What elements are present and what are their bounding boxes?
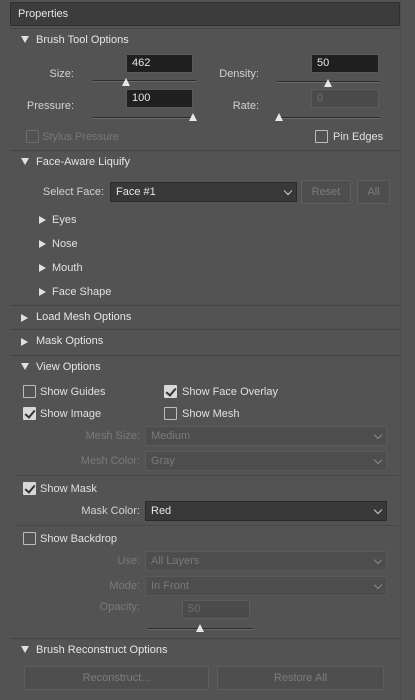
stylus-pressure-label: Stylus Pressure (42, 131, 120, 143)
chevron-down-icon (373, 455, 383, 465)
collapse-triangle-icon (21, 36, 29, 43)
face-item-label: Nose (52, 238, 78, 250)
show-face-overlay-label: Show Face Overlay (182, 386, 278, 398)
mask-color-value: Red (151, 505, 172, 517)
section-title: Mask Options (36, 335, 104, 347)
face-item-mouth[interactable]: Mouth (39, 262, 83, 274)
density-input[interactable]: 50 (311, 54, 379, 73)
reconstruct-button[interactable]: Reconstruct... (24, 666, 209, 690)
show-guides-label: Show Guides (40, 386, 106, 398)
mesh-size-label: Mesh Size: (85, 430, 140, 442)
show-image-checkbox[interactable] (23, 407, 36, 420)
face-item-eyes[interactable]: Eyes (39, 214, 77, 226)
section-title: Brush Tool Options (36, 34, 129, 46)
mesh-color-label: Mesh Color: (80, 455, 140, 467)
face-item-label: Eyes (52, 214, 77, 226)
select-face-dropdown[interactable]: Face #1 (110, 182, 297, 202)
all-button[interactable]: All (357, 180, 390, 204)
opacity-slider-thumb[interactable] (196, 624, 204, 632)
mask-color-dropdown[interactable]: Red (145, 501, 387, 521)
mask-color-label: Mask Color: (81, 505, 140, 517)
expand-triangle-icon (39, 216, 46, 224)
pressure-slider-thumb[interactable] (189, 113, 197, 121)
mesh-color-dropdown[interactable]: Gray (145, 451, 387, 471)
select-face-label: Select Face: (42, 186, 104, 198)
size-slider-track[interactable] (93, 80, 196, 82)
show-image-label: Show Image (40, 408, 102, 420)
show-backdrop-label: Show Backdrop (40, 533, 118, 545)
opacity-label: Opacity: (99, 601, 140, 613)
scrollbar[interactable] (400, 0, 415, 700)
show-face-overlay-checkbox[interactable] (164, 385, 177, 398)
section-title: Brush Reconstruct Options (36, 644, 168, 656)
section-brush-tool-options[interactable]: Brush Tool Options (10, 28, 400, 52)
section-title: Load Mesh Options (36, 311, 132, 323)
mesh-size-value: Medium (151, 430, 191, 442)
expand-triangle-icon (39, 288, 46, 296)
size-label: Size: (49, 68, 74, 80)
section-divider (14, 475, 398, 476)
pressure-label: Pressure: (26, 100, 74, 112)
expand-triangle-icon (21, 314, 28, 322)
panel-titlebar: Properties (10, 2, 400, 26)
use-dropdown[interactable]: All Layers (145, 551, 387, 571)
stylus-pressure-checkbox[interactable] (26, 130, 39, 143)
show-guides-checkbox[interactable] (23, 385, 36, 398)
pin-edges-checkbox[interactable] (315, 130, 328, 143)
chevron-down-icon (373, 580, 383, 590)
expand-triangle-icon (39, 240, 46, 248)
section-title: Face-Aware Liquify (36, 156, 130, 168)
show-mesh-checkbox[interactable] (164, 407, 177, 420)
pin-edges-label: Pin Edges (333, 131, 384, 143)
restore-all-button[interactable]: Restore All (217, 666, 384, 690)
section-divider (14, 525, 398, 526)
panel-title: Properties (18, 8, 69, 20)
chevron-down-icon (373, 555, 383, 565)
section-brush-reconstruct-options[interactable]: Brush Reconstruct Options (10, 638, 400, 662)
show-mesh-label: Show Mesh (182, 408, 240, 420)
rate-slider-thumb[interactable] (275, 113, 283, 121)
chevron-down-icon (373, 430, 383, 440)
mode-value: In Front (151, 580, 189, 592)
density-label: Density: (219, 68, 259, 80)
section-load-mesh-options[interactable]: Load Mesh Options (10, 305, 400, 329)
rate-slider-track[interactable] (277, 117, 380, 119)
rate-label: Rate: (232, 100, 259, 112)
face-item-label: Face Shape (52, 286, 112, 298)
use-label: Use: (117, 555, 140, 567)
opacity-input[interactable]: 50 (182, 600, 250, 619)
mode-label: Mode: (109, 580, 140, 592)
collapse-triangle-icon (21, 158, 29, 165)
properties-panel: Properties Brush Tool Options Size: 462 … (0, 0, 415, 700)
select-face-value: Face #1 (116, 186, 156, 198)
show-backdrop-checkbox[interactable] (23, 532, 36, 545)
use-value: All Layers (151, 555, 200, 567)
pressure-input[interactable]: 100 (126, 89, 193, 108)
chevron-down-icon (283, 186, 293, 196)
rate-input[interactable]: 0 (311, 89, 379, 108)
size-slider-thumb[interactable] (122, 78, 130, 86)
section-face-aware-liquify[interactable]: Face-Aware Liquify (10, 150, 400, 174)
collapse-triangle-icon (21, 363, 29, 370)
show-mask-checkbox[interactable] (23, 482, 36, 495)
mesh-size-dropdown[interactable]: Medium (145, 426, 387, 446)
section-mask-options[interactable]: Mask Options (10, 329, 400, 353)
reset-button[interactable]: Reset (301, 180, 351, 204)
mesh-color-value: Gray (151, 455, 175, 467)
expand-triangle-icon (39, 264, 46, 272)
section-view-options[interactable]: View Options (10, 355, 400, 379)
size-input[interactable]: 462 (126, 54, 193, 73)
collapse-triangle-icon (21, 646, 29, 653)
face-item-label: Mouth (52, 262, 83, 274)
face-item-nose[interactable]: Nose (39, 238, 78, 250)
face-item-face-shape[interactable]: Face Shape (39, 286, 112, 298)
section-title: View Options (36, 361, 101, 373)
show-mask-label: Show Mask (40, 483, 97, 495)
expand-triangle-icon (21, 338, 28, 346)
density-slider-thumb[interactable] (324, 79, 332, 87)
chevron-down-icon (373, 505, 383, 515)
mode-dropdown[interactable]: In Front (145, 576, 387, 596)
pressure-slider-track[interactable] (93, 117, 196, 119)
